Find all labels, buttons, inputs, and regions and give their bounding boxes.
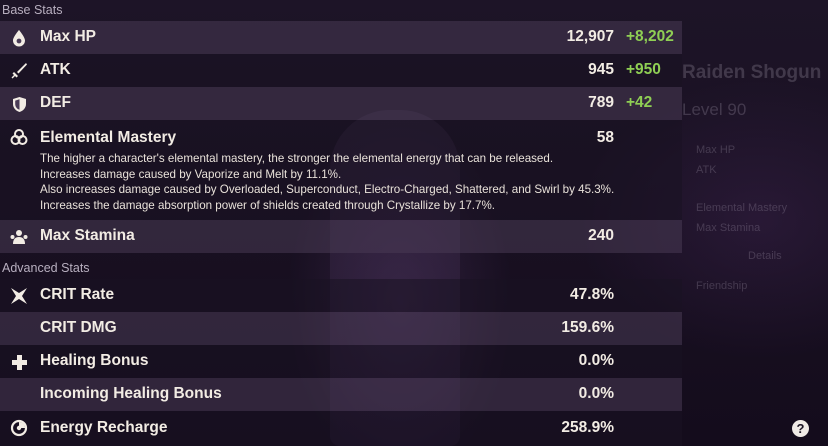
character-level: Level 90 xyxy=(682,100,747,119)
stat-bonus: +42 xyxy=(626,94,653,111)
stat-bonus: +950 xyxy=(626,61,661,78)
elemental-mastery-icon xyxy=(10,128,28,146)
stat-value: 945 xyxy=(588,61,614,78)
stat-row-energy-recharge: Energy Recharge 258.9% xyxy=(0,411,682,446)
bg-stat-label: ATK xyxy=(696,164,717,176)
stat-bonus: +8,202 xyxy=(626,28,674,45)
stat-value: 258.9% xyxy=(561,419,614,436)
description-line: Increases damage caused by Vaporize and … xyxy=(40,167,342,181)
stat-row-elemental-mastery[interactable]: Elemental Mastery 58 The higher a charac… xyxy=(0,120,682,220)
character-info-panel: Raiden Shogun Level 90 Max HP ATK Elemen… xyxy=(676,56,828,446)
stat-row-atk: ATK 945 +950 xyxy=(0,54,682,87)
stat-row-def: DEF 789 +42 xyxy=(0,87,682,120)
friendship-label: Friendship xyxy=(696,280,748,292)
stat-label: Max Stamina xyxy=(40,227,135,244)
section-header-base: Base Stats xyxy=(2,3,63,17)
description-line: Increases the damage absorption power of… xyxy=(40,198,495,212)
stat-label: Elemental Mastery xyxy=(40,129,177,146)
water-drop-icon xyxy=(10,29,28,47)
stamina-icon xyxy=(10,228,28,246)
stat-row-max-stamina: Max Stamina 240 xyxy=(0,220,682,253)
stat-label: CRIT DMG xyxy=(40,319,117,336)
stat-label: DEF xyxy=(40,94,71,111)
crit-icon xyxy=(10,287,28,305)
stat-value: 0.0% xyxy=(578,385,614,402)
elemental-mastery-description: The higher a character's elemental maste… xyxy=(40,151,614,213)
description-line: The higher a character's elemental maste… xyxy=(40,152,554,165)
stat-row-incoming-healing-bonus: Incoming Healing Bonus 0.0% xyxy=(0,378,682,411)
bg-stat-label: Max HP xyxy=(696,144,736,156)
stat-label: Incoming Healing Bonus xyxy=(40,385,222,402)
stat-label: ATK xyxy=(40,61,71,78)
stat-row-crit-dmg: CRIT DMG 159.6% xyxy=(0,312,682,345)
attributes-overlay: Base Stats Max HP 12,907 +8,202 ATK 945 … xyxy=(0,0,682,446)
bg-stat-label: Elemental Mastery xyxy=(696,202,788,214)
stat-row-max-hp: Max HP 12,907 +8,202 xyxy=(0,21,682,54)
stat-value: 0.0% xyxy=(578,352,614,369)
stat-label: Healing Bonus xyxy=(40,352,149,369)
help-button[interactable]: ? xyxy=(792,420,809,437)
stat-label: CRIT Rate xyxy=(40,286,115,303)
sword-icon xyxy=(10,62,28,80)
stat-value: 12,907 xyxy=(566,28,614,45)
character-name: Raiden Shogun xyxy=(682,62,822,83)
details-button[interactable]: Details xyxy=(748,250,782,262)
stat-value: 789 xyxy=(588,94,614,111)
stat-value: 240 xyxy=(588,227,614,244)
stat-value: 47.8% xyxy=(570,286,614,303)
shield-icon xyxy=(10,95,28,113)
plus-icon xyxy=(10,353,28,371)
stat-label: Energy Recharge xyxy=(40,419,168,436)
stat-row-healing-bonus: Healing Bonus 0.0% xyxy=(0,345,682,378)
section-header-advanced: Advanced Stats xyxy=(2,261,90,275)
description-line: Also increases damage caused by Overload… xyxy=(40,183,615,196)
stat-value: 58 xyxy=(596,129,614,146)
stat-label: Max HP xyxy=(40,28,96,45)
energy-recharge-icon xyxy=(10,419,28,437)
bg-stat-label: Max Stamina xyxy=(696,222,761,234)
stat-value: 159.6% xyxy=(561,319,614,336)
stat-row-crit-rate: CRIT Rate 47.8% xyxy=(0,279,682,312)
